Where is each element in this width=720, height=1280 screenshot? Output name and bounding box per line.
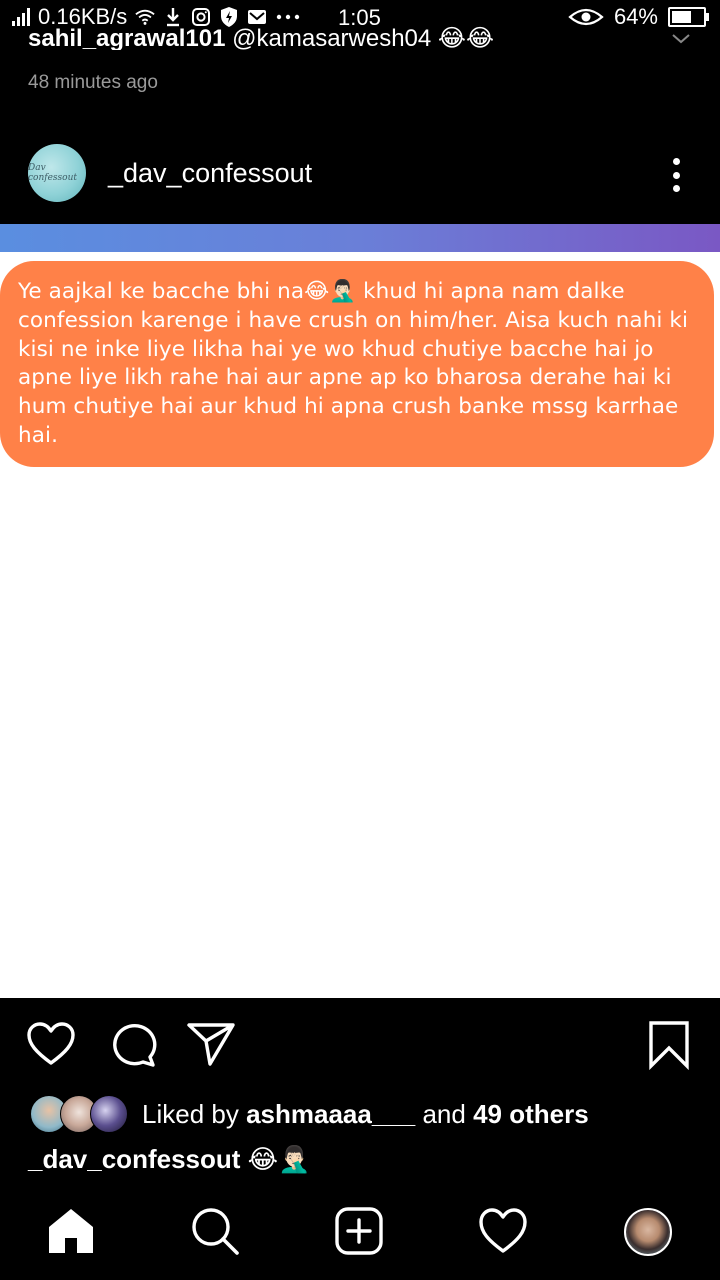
home-icon[interactable] bbox=[46, 1206, 96, 1256]
post-image[interactable]: Ye aajkal ke bacche bhi na😂🤦🏻‍♂️ khud hi… bbox=[0, 224, 720, 998]
liked-by-and: and bbox=[422, 1098, 466, 1129]
confession-text: Ye aajkal ke bacche bhi na😂🤦🏻‍♂️ khud hi… bbox=[18, 279, 689, 448]
liked-by-text[interactable]: Liked by ashmaaaa___ and 49 others bbox=[142, 1099, 589, 1130]
chevron-down-icon[interactable] bbox=[672, 28, 690, 49]
post-caption: _dav_confessout 😂🤦🏻‍♂️ bbox=[28, 1144, 310, 1175]
comment-icon[interactable] bbox=[108, 1020, 158, 1070]
activity-heart-icon[interactable] bbox=[478, 1206, 528, 1256]
search-icon[interactable] bbox=[190, 1206, 240, 1256]
post-timestamp: 48 minutes ago bbox=[28, 72, 158, 93]
caption-text: 😂🤦🏻‍♂️ bbox=[247, 1144, 311, 1174]
battery-fill bbox=[672, 11, 691, 23]
liker-avatar bbox=[90, 1095, 128, 1133]
liked-by-others[interactable]: 49 others bbox=[473, 1099, 589, 1129]
caption-username[interactable]: _dav_confessout bbox=[28, 1144, 240, 1174]
liker-avatars bbox=[30, 1095, 130, 1133]
profile-avatar[interactable] bbox=[624, 1208, 672, 1256]
gradient-bar bbox=[0, 224, 720, 252]
confession-bubble: Ye aajkal ke bacche bhi na😂🤦🏻‍♂️ khud hi… bbox=[0, 261, 714, 467]
avatar-text: Dav confessout bbox=[28, 163, 77, 183]
liked-by-prefix: Liked by bbox=[142, 1098, 239, 1129]
likes-row[interactable]: Liked by ashmaaaa___ and 49 others bbox=[30, 1092, 589, 1136]
share-icon[interactable] bbox=[186, 1020, 236, 1070]
comment-text: @kamasarwesh04 😂😂 bbox=[232, 25, 495, 50]
previous-post-comment[interactable]: sahil_agrawal101 @kamasarwesh04 😂😂 bbox=[28, 24, 688, 50]
post-options-icon[interactable] bbox=[672, 158, 680, 192]
comment-username[interactable]: sahil_agrawal101 bbox=[28, 25, 225, 50]
post-username[interactable]: _dav_confessout bbox=[108, 158, 312, 189]
liked-by-user[interactable]: ashmaaaa___ bbox=[246, 1099, 415, 1129]
bottom-nav bbox=[0, 1190, 720, 1280]
like-heart-icon[interactable] bbox=[26, 1020, 76, 1070]
post-actions bbox=[0, 1000, 720, 1090]
new-post-icon[interactable] bbox=[334, 1206, 384, 1256]
bookmark-icon[interactable] bbox=[644, 1020, 694, 1071]
account-avatar[interactable]: Dav confessout bbox=[28, 144, 86, 202]
post-header: Dav confessout _dav_confessout bbox=[0, 138, 720, 208]
